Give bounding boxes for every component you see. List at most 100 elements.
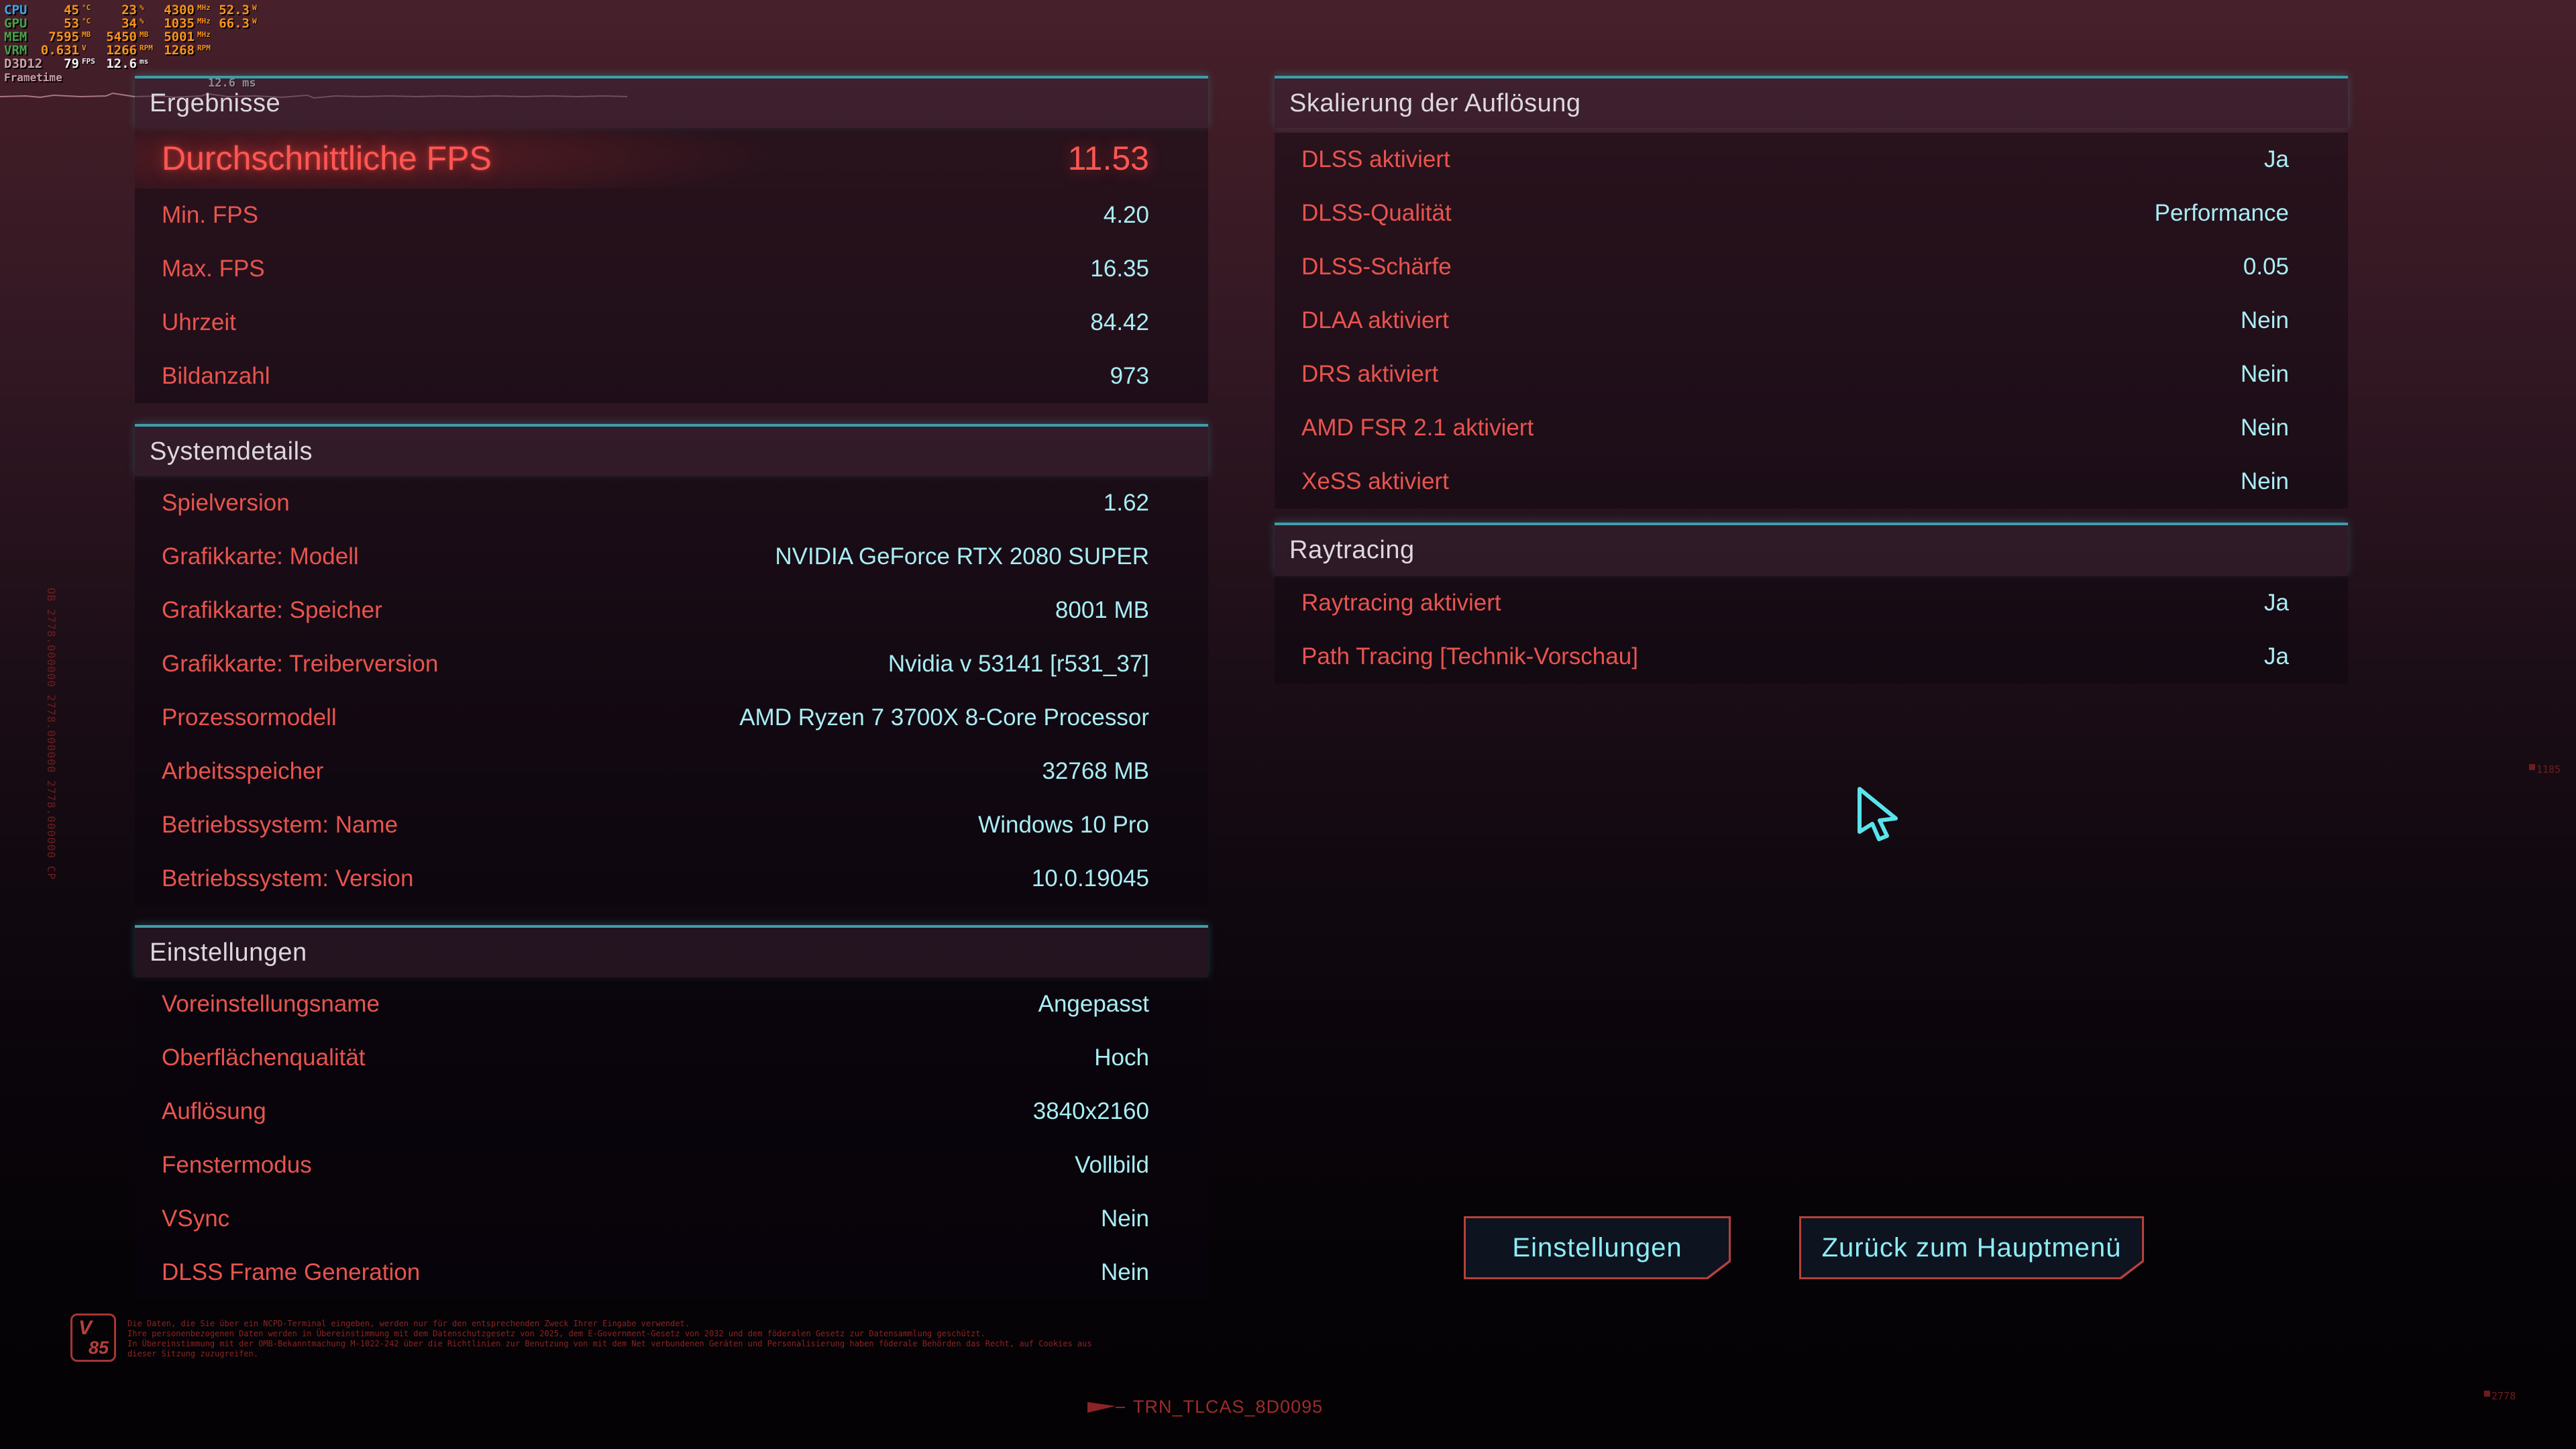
setting-row: DLSS Frame Generation Nein [135, 1246, 1208, 1299]
upscaling-row: DLSS-Schärfe 0.05 [1275, 240, 2348, 294]
osd-mem-vram: 5450 [106, 30, 137, 44]
row-label: Oberflächenqualität [162, 1044, 366, 1071]
row-value: 1.62 [1103, 490, 1149, 516]
section-header-ergebnisse: Ergebnisse [135, 76, 1208, 128]
row-value: Windows 10 Pro [978, 812, 1149, 838]
osd-unit: MB [82, 30, 91, 39]
section-header-skalierung: Skalierung der Auflösung [1275, 76, 2348, 128]
marker-value: 1185 [2536, 763, 2561, 775]
row-label: DLSS-Qualität [1301, 200, 1452, 226]
system-row: Grafikkarte: Treiberversion Nvidia v 531… [135, 637, 1208, 691]
row-value: NVIDIA GeForce RTX 2080 SUPER [775, 543, 1149, 570]
average-fps-label: Durchschnittliche FPS [162, 140, 492, 177]
row-label: Voreinstellungsname [162, 991, 380, 1017]
row-label: Max. FPS [162, 256, 265, 282]
section-header-raytracing: Raytracing [1275, 523, 2348, 575]
marker-square-icon [2529, 764, 2535, 770]
osd-frametime-value: 12.6 [106, 56, 137, 71]
row-label: DRS aktiviert [1301, 361, 1439, 387]
results-panel: Ergebnisse Durchschnittliche FPS 11.53 M… [135, 0, 1208, 1449]
row-label: DLSS Frame Generation [162, 1259, 421, 1285]
settings-button-label[interactable]: Einstellungen [1466, 1218, 1729, 1277]
osd-unit: FPS [82, 56, 95, 66]
row-value: Nvidia v 53141 [r531_37] [888, 651, 1149, 677]
upscaling-row: XeSS aktiviert Nein [1275, 455, 2348, 508]
row-label: Grafikkarte: Treiberversion [162, 651, 439, 677]
result-row: Min. FPS 4.20 [135, 189, 1208, 242]
train-arrow-icon [1087, 1401, 1125, 1413]
marker-square-icon [2484, 1391, 2490, 1397]
section-title: Einstellungen [150, 938, 307, 967]
osd-unit: °C [82, 3, 91, 12]
row-value: Ja [2264, 146, 2289, 172]
row-label: Path Tracing [Technik-Vorschau] [1301, 643, 1638, 669]
back-to-main-menu-button-label[interactable]: Zurück zum Hauptmenü [1801, 1218, 2142, 1277]
average-fps-value: 11.53 [1067, 140, 1149, 177]
setting-row: Oberflächenqualität Hoch [135, 1031, 1208, 1085]
row-value: Vollbild [1075, 1152, 1149, 1178]
row-label: Betriebssystem: Name [162, 812, 398, 838]
upscaling-row: DLSS aktiviert Ja [1275, 133, 2348, 186]
row-label: Min. FPS [162, 202, 258, 228]
row-value: Ja [2264, 643, 2289, 669]
row-label: Fenstermodus [162, 1152, 312, 1178]
row-label: Arbeitsspeicher [162, 758, 324, 784]
v85-badge: V 85 [70, 1313, 116, 1362]
row-label: Uhrzeit [162, 309, 236, 335]
system-row: Grafikkarte: Speicher 8001 MB [135, 584, 1208, 637]
system-row: Betriebssystem: Version 10.0.19045 [135, 852, 1208, 906]
osd-cpu-label: CPU [4, 3, 28, 17]
osd-fps-value: 79 [64, 56, 79, 71]
skalierung-rows: DLSS aktiviert Ja DLSS-Qualität Performa… [1275, 133, 2348, 508]
system-row: Grafikkarte: Modell NVIDIA GeForce RTX 2… [135, 530, 1208, 584]
upscaling-row: AMD FSR 2.1 aktiviert Nein [1275, 401, 2348, 455]
row-value: Nein [2241, 361, 2289, 387]
osd-mem-label: MEM [4, 30, 28, 44]
row-value: AMD Ryzen 7 3700X 8-Core Processor [739, 704, 1149, 731]
setting-row: Voreinstellungsname Angepasst [135, 977, 1208, 1031]
osd-unit: V [82, 43, 87, 52]
back-to-main-menu-button[interactable]: Zurück zum Hauptmenü [1799, 1216, 2144, 1279]
row-value: Ja [2264, 590, 2289, 616]
section-title: Ergebnisse [150, 89, 281, 117]
train-station-marker: TRN_TLCAS_8D0095 [1087, 1397, 1323, 1417]
section-header-einstellungen: Einstellungen [135, 925, 1208, 977]
row-value: Nein [2241, 468, 2289, 494]
system-row: Betriebssystem: Name Windows 10 Pro [135, 798, 1208, 852]
osd-cpu-temp: 45 [64, 3, 79, 17]
section-title: Systemdetails [150, 437, 313, 466]
system-row: Prozessormodell AMD Ryzen 7 3700X 8-Core… [135, 691, 1208, 745]
average-fps-row: Durchschnittliche FPS 11.53 [135, 128, 1208, 189]
section-title: Skalierung der Auflösung [1289, 89, 1581, 117]
row-value: 84.42 [1090, 309, 1149, 335]
settings-button[interactable]: Einstellungen [1464, 1216, 1731, 1279]
edge-marker-upper: 1185 [2529, 763, 2561, 775]
row-value: Nein [1101, 1205, 1149, 1232]
row-label: DLAA aktiviert [1301, 307, 1449, 333]
row-label: Bildanzahl [162, 363, 270, 389]
osd-gpu-temp: 53 [64, 16, 79, 31]
row-value: 32768 MB [1042, 758, 1149, 784]
upscaling-row: DLAA aktiviert Nein [1275, 294, 2348, 347]
system-row: Arbeitsspeicher 32768 MB [135, 745, 1208, 798]
setting-row: Auflösung 3840x2160 [135, 1085, 1208, 1138]
row-label: Grafikkarte: Speicher [162, 597, 382, 623]
result-row: Max. FPS 16.35 [135, 242, 1208, 296]
legal-disclaimer: Die Daten, die Sie über ein NCPD-Termina… [127, 1319, 1134, 1359]
setting-row: Fenstermodus Vollbild [135, 1138, 1208, 1192]
section-header-systemdetails: Systemdetails [135, 424, 1208, 476]
row-label: Prozessormodell [162, 704, 337, 731]
row-label: Raytracing aktiviert [1301, 590, 1501, 616]
row-value: 3840x2160 [1032, 1098, 1149, 1124]
benchmark-results-screen: CPU 45 °C 23% 4300 MHz 52.3 W GPU 53 °C 34% … [0, 0, 2576, 1449]
disclaimer-line: Ihre personenbezogenen Daten werden in Ü… [127, 1329, 985, 1338]
raytracing-row: Raytracing aktiviert Ja [1275, 576, 2348, 630]
section-title: Raytracing [1289, 535, 1415, 564]
row-label: DLSS aktiviert [1301, 146, 1450, 172]
setting-row: VSync Nein [135, 1192, 1208, 1246]
osd-mem-ram: 7595 [48, 30, 79, 44]
upscaling-row: DLSS-Qualität Performance [1275, 186, 2348, 240]
row-label: Auflösung [162, 1098, 266, 1124]
row-label: Spielversion [162, 490, 290, 516]
result-row: Uhrzeit 84.42 [135, 296, 1208, 350]
